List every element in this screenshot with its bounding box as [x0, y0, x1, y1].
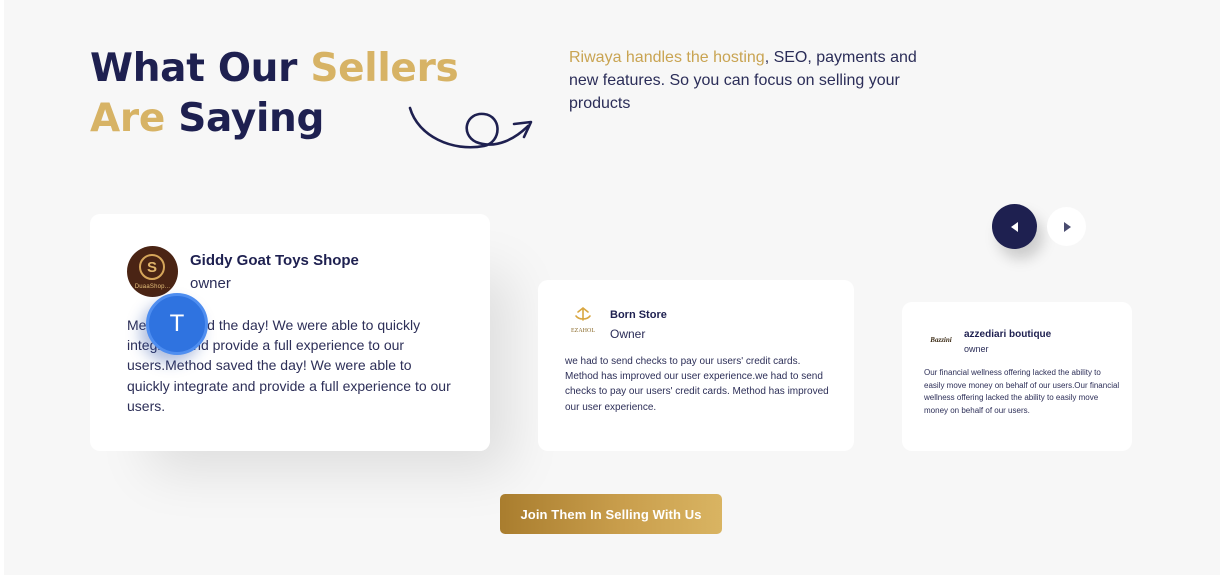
carousel-next-button[interactable]	[1047, 207, 1086, 246]
carousel-prev-button[interactable]	[992, 204, 1037, 249]
reviewer-role: Owner	[610, 327, 646, 341]
triangle-left-icon	[1010, 221, 1018, 232]
reviewer-name: Born Store	[610, 309, 667, 321]
store-logo-brand: Bazzini	[929, 336, 951, 344]
store-logo-brand: DuaaShop...	[134, 284, 171, 290]
heading-text-1: What Our	[90, 46, 311, 91]
triangle-right-icon	[1063, 221, 1071, 232]
swirl-arrow-icon	[408, 106, 533, 149]
right-edge	[1220, 0, 1224, 584]
join-selling-button[interactable]: Join Them In Selling With Us	[500, 494, 722, 534]
store-logo: Bazzini	[929, 336, 951, 344]
reviewer-name: Giddy Goat Toys Shope	[190, 252, 359, 269]
reviewer-role: owner	[190, 275, 231, 292]
testimonial-card-2: EZAHOL Born Store Owner we had to send c…	[538, 280, 854, 451]
intro-highlight: Riwaya handles the hosting	[569, 49, 765, 66]
store-logo: EZAHOL	[571, 306, 595, 334]
footer-band	[0, 575, 1224, 584]
testimonial-quote: we had to send checks to pay our users' …	[565, 356, 829, 413]
store-logo: S DuaaShop...	[127, 246, 178, 297]
reviewer-role: owner	[964, 344, 989, 354]
testimonial-quote: Our financial wellness offering lacked t…	[924, 368, 1120, 415]
store-logo-monogram: S	[139, 254, 165, 280]
user-avatar-bubble[interactable]: T	[146, 293, 208, 355]
testimonial-card-3: Bazzini azzediari boutique owner Our fin…	[902, 302, 1132, 451]
reviewer-name: azzediari boutique	[964, 329, 1052, 340]
heading-highlight-1: Sellers	[310, 46, 459, 91]
left-edge	[0, 0, 4, 584]
intro-paragraph: Riwaya handles the hosting, SEO, payment…	[569, 46, 949, 115]
store-logo-brand: EZAHOL	[571, 328, 595, 334]
heading-text-2: Saying	[164, 96, 325, 141]
heading-highlight-2: Are	[90, 96, 165, 141]
